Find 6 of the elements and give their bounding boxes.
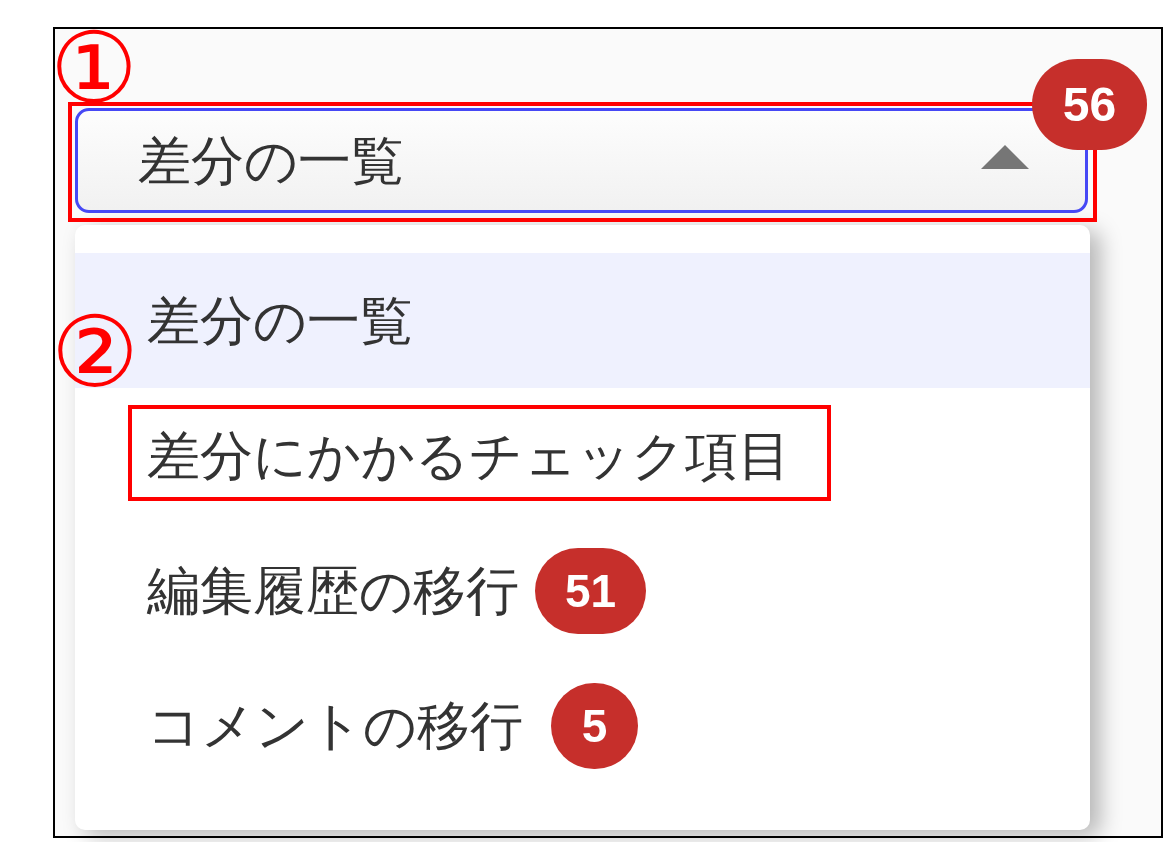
menu-item[interactable]: 編集履歴の移行 51 xyxy=(75,523,1090,658)
menu-item[interactable]: 差分にかかるチェック項目 xyxy=(75,388,1090,523)
count-badge: 56 xyxy=(1032,59,1147,150)
count-badge: 51 xyxy=(534,547,647,634)
count-badge: 5 xyxy=(551,682,638,769)
menu-item[interactable]: コメントの移行 5 xyxy=(75,658,1090,793)
